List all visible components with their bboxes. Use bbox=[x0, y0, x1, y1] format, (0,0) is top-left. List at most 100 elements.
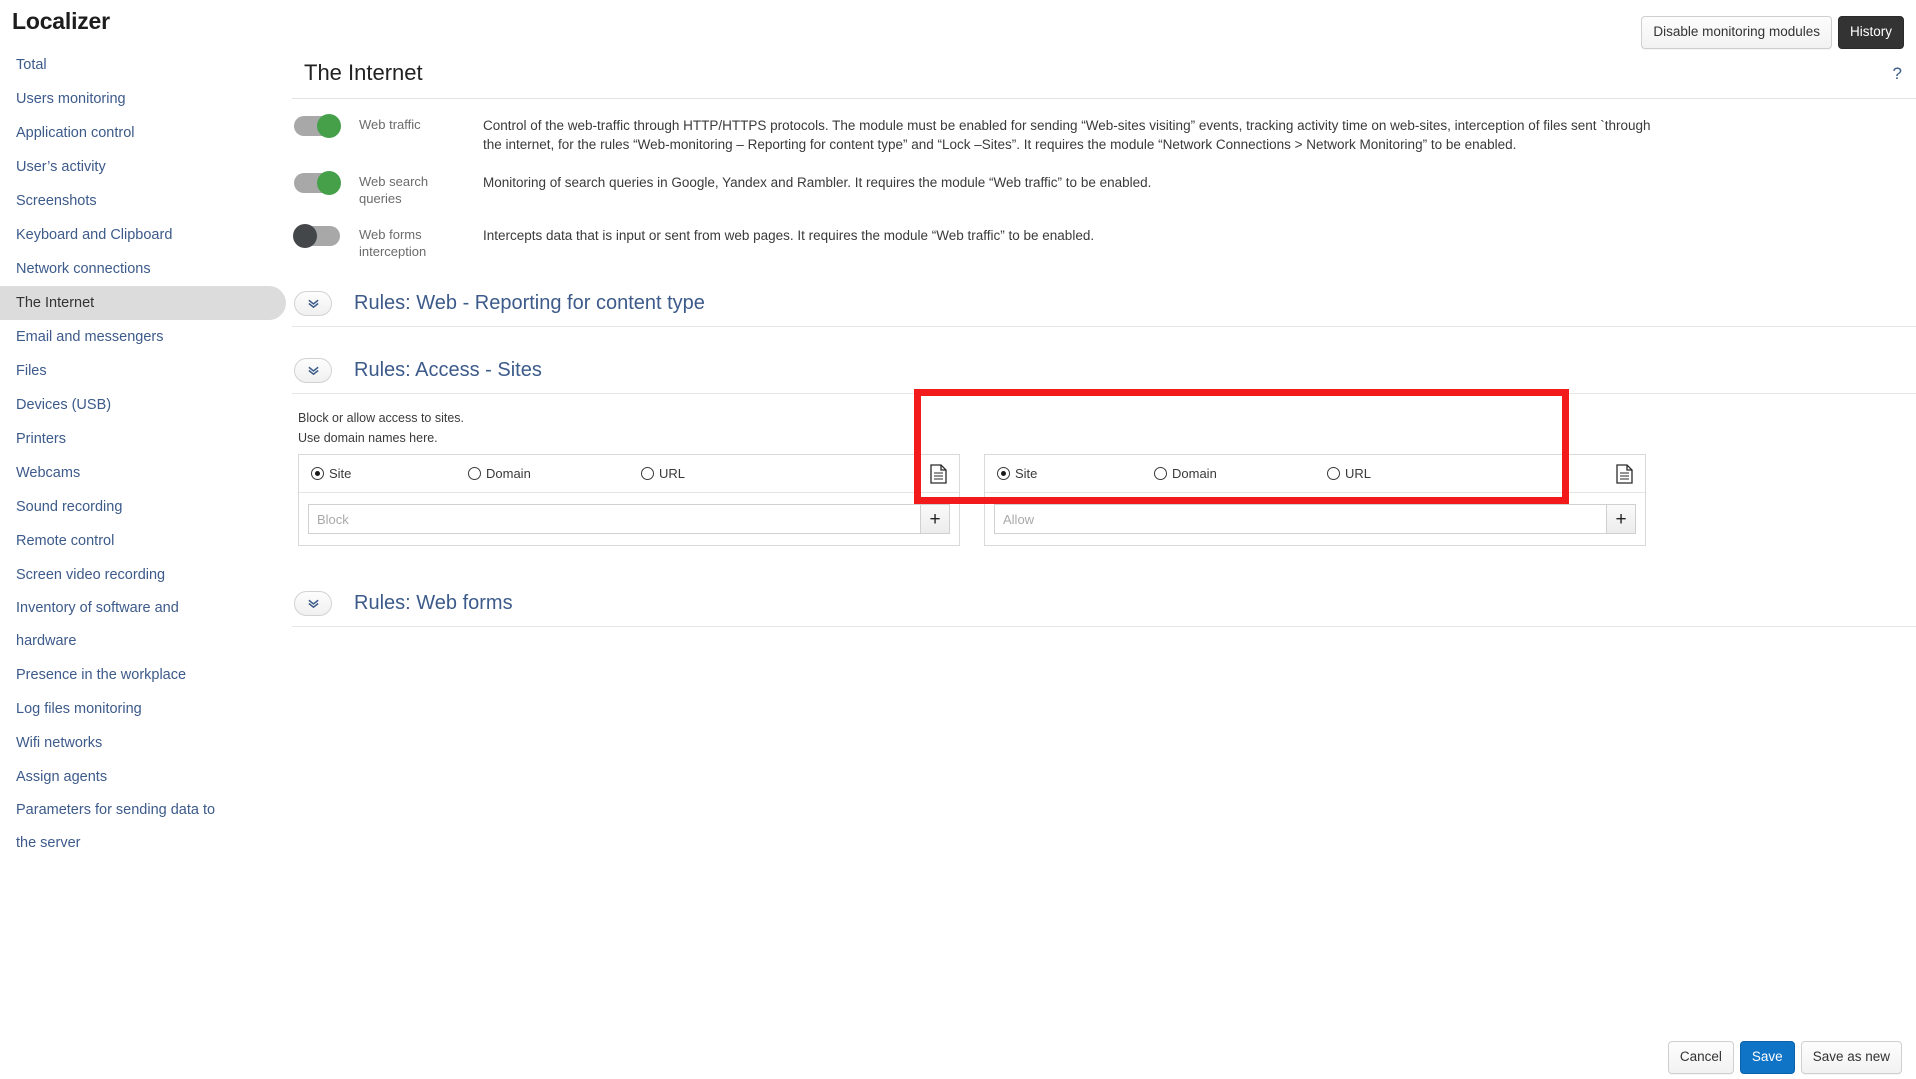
sidebar-item-user-s-activity[interactable]: User’s activity bbox=[0, 150, 286, 184]
app-root: Localizer Disable monitoring modules His… bbox=[0, 0, 1916, 1079]
history-button[interactable]: History bbox=[1837, 16, 1904, 49]
radio-dot-icon bbox=[997, 467, 1010, 480]
sidebar-item-label: User’s activity bbox=[16, 159, 106, 175]
sidebar-item-label: Log files monitoring bbox=[16, 701, 142, 717]
rules-section-title[interactable]: Rules: Web forms bbox=[354, 592, 513, 615]
sidebar-item-label: Network connections bbox=[16, 261, 151, 277]
sidebar-item-label: Users monitoring bbox=[16, 91, 126, 107]
sidebar-item-label: Total bbox=[16, 57, 47, 73]
module-description: Monitoring of search queries in Google, … bbox=[483, 175, 1152, 190]
sidebar-item-inventory-of-software-and-hardware[interactable]: Inventory of software and hardware bbox=[0, 592, 286, 658]
allow-panel-header: Site Domain URL bbox=[985, 455, 1645, 493]
sites-hint-line-2: Use domain names here. bbox=[298, 431, 438, 445]
sidebar-item-label: Remote control bbox=[16, 533, 115, 549]
allow-sites-input[interactable] bbox=[994, 504, 1606, 534]
block-radio-site-label: Site bbox=[329, 466, 352, 481]
page-title-divider bbox=[292, 98, 1916, 99]
sidebar-item-email-and-messengers[interactable]: Email and messengers bbox=[0, 320, 286, 354]
top-bar-actions: Disable monitoring modules History bbox=[1641, 16, 1904, 49]
allow-panel-body: + bbox=[985, 493, 1645, 545]
page-title: The Internet bbox=[304, 60, 423, 85]
block-radio-url[interactable]: URL bbox=[641, 466, 685, 481]
cancel-button[interactable]: Cancel bbox=[1667, 1041, 1734, 1074]
rules-section-header[interactable]: Rules: Web - Reporting for content type bbox=[292, 286, 1916, 320]
rules-section-divider bbox=[292, 626, 1916, 627]
sidebar-item-label: Sound recording bbox=[16, 499, 123, 515]
sidebar-item-label: Wifi networks bbox=[16, 735, 103, 751]
sidebar-item-label: Parameters for sending data to the serve… bbox=[16, 802, 216, 851]
allow-radio-domain[interactable]: Domain bbox=[1154, 466, 1217, 481]
chevron-down-icon[interactable] bbox=[294, 590, 332, 616]
block-add-button[interactable]: + bbox=[920, 504, 950, 534]
toggle-web-traffic[interactable] bbox=[294, 114, 341, 138]
rules-section-divider bbox=[292, 326, 1916, 327]
sidebar-item-remote-control[interactable]: Remote control bbox=[0, 524, 286, 558]
sidebar-item-label: Webcams bbox=[16, 465, 81, 481]
sidebar-item-label: Presence in the workplace bbox=[16, 667, 187, 683]
help-icon[interactable]: ? bbox=[1893, 64, 1902, 84]
block-radio-domain[interactable]: Domain bbox=[468, 466, 531, 481]
sidebar-item-label: Inventory of software and hardware bbox=[16, 600, 179, 649]
rules-section-header[interactable]: Rules: Access - Sites bbox=[292, 353, 1916, 387]
sidebar-item-label: Printers bbox=[16, 431, 66, 447]
rules-section-title[interactable]: Rules: Web - Reporting for content type bbox=[354, 292, 705, 315]
footer-actions: Cancel Save Save as new bbox=[1667, 1041, 1902, 1074]
sidebar-item-webcams[interactable]: Webcams bbox=[0, 456, 286, 490]
block-radio-domain-label: Domain bbox=[486, 466, 531, 481]
block-radio-url-label: URL bbox=[659, 466, 686, 481]
block-sites-panel: Site Domain URL Block + bbox=[298, 454, 960, 546]
sidebar-item-presence-in-the-workplace[interactable]: Presence in the workplace bbox=[0, 658, 286, 692]
sidebar-item-assign-agents[interactable]: Assign agents bbox=[0, 760, 286, 794]
allow-radio-url-label: URL bbox=[1345, 466, 1372, 481]
save-as-new-button[interactable]: Save as new bbox=[1800, 1041, 1902, 1074]
rules-section-header[interactable]: Rules: Web forms bbox=[292, 586, 1916, 620]
sidebar-item-wifi-networks[interactable]: Wifi networks bbox=[0, 726, 286, 760]
module-toggle-list: Web traffic Control of the web-traffic th… bbox=[292, 114, 1916, 260]
sidebar-item-keyboard-and-clipboard[interactable]: Keyboard and Clipboard bbox=[0, 218, 286, 252]
radio-dot-icon bbox=[1327, 467, 1340, 480]
sidebar-item-screen-video-recording[interactable]: Screen video recording bbox=[0, 558, 286, 592]
page-header: The Internet ? bbox=[296, 56, 1916, 98]
disable-monitoring-modules-button[interactable]: Disable monitoring modules bbox=[1641, 16, 1832, 49]
sidebar-item-files[interactable]: Files bbox=[0, 354, 286, 388]
module-label: Web forms interception bbox=[359, 227, 427, 259]
allow-radio-site[interactable]: Site bbox=[997, 466, 1037, 481]
rules-section-title[interactable]: Rules: Access - Sites bbox=[354, 359, 542, 382]
sidebar-item-screenshots[interactable]: Screenshots bbox=[0, 184, 286, 218]
toggle-web-forms-interception[interactable] bbox=[293, 224, 340, 248]
save-button[interactable]: Save bbox=[1739, 1041, 1795, 1074]
sidebar-item-users-monitoring[interactable]: Users monitoring bbox=[0, 82, 286, 116]
sidebar-item-parameters-for-sending-data-to-the-server[interactable]: Parameters for sending data to the serve… bbox=[0, 794, 286, 860]
document-icon[interactable] bbox=[930, 464, 947, 489]
radio-dot-icon bbox=[311, 467, 324, 480]
sidebar-item-label: Keyboard and Clipboard bbox=[16, 227, 173, 243]
toggle-web-search-queries[interactable] bbox=[294, 171, 341, 195]
sidebar-item-devices-usb[interactable]: Devices (USB) bbox=[0, 388, 286, 422]
sidebar-item-total[interactable]: Total bbox=[0, 48, 286, 82]
allow-radio-url[interactable]: URL bbox=[1327, 466, 1371, 481]
sidebar-item-label: Screenshots bbox=[16, 193, 97, 209]
sidebar-item-label: The Internet bbox=[16, 295, 95, 311]
block-radio-site[interactable]: Site bbox=[311, 466, 351, 481]
sidebar-item-label: Email and messengers bbox=[16, 329, 164, 345]
sidebar-item-label: Assign agents bbox=[16, 769, 108, 785]
allow-add-button[interactable]: + bbox=[1606, 504, 1636, 534]
rules-section-divider bbox=[292, 393, 1916, 394]
chevron-down-icon[interactable] bbox=[294, 290, 332, 316]
sidebar-item-printers[interactable]: Printers bbox=[0, 422, 286, 456]
block-sites-input[interactable] bbox=[308, 504, 920, 534]
sidebar-item-sound-recording[interactable]: Sound recording bbox=[0, 490, 286, 524]
toggle-knob bbox=[293, 224, 317, 248]
document-icon[interactable] bbox=[1616, 464, 1633, 489]
sidebar-item-the-internet[interactable]: The Internet bbox=[0, 286, 286, 320]
sidebar-item-log-files-monitoring[interactable]: Log files monitoring bbox=[0, 692, 286, 726]
rules-section-access-sites: Rules: Access - Sites Block or allow acc… bbox=[292, 353, 1916, 546]
allow-radio-domain-label: Domain bbox=[1172, 466, 1217, 481]
sidebar-item-label: Application control bbox=[16, 125, 135, 141]
sidebar-item-label: Devices (USB) bbox=[16, 397, 112, 413]
radio-dot-icon bbox=[641, 467, 654, 480]
chevron-down-icon[interactable] bbox=[294, 357, 332, 383]
sidebar-item-application-control[interactable]: Application control bbox=[0, 116, 286, 150]
sidebar-item-network-connections[interactable]: Network connections bbox=[0, 252, 286, 286]
module-label: Web traffic bbox=[359, 117, 421, 132]
